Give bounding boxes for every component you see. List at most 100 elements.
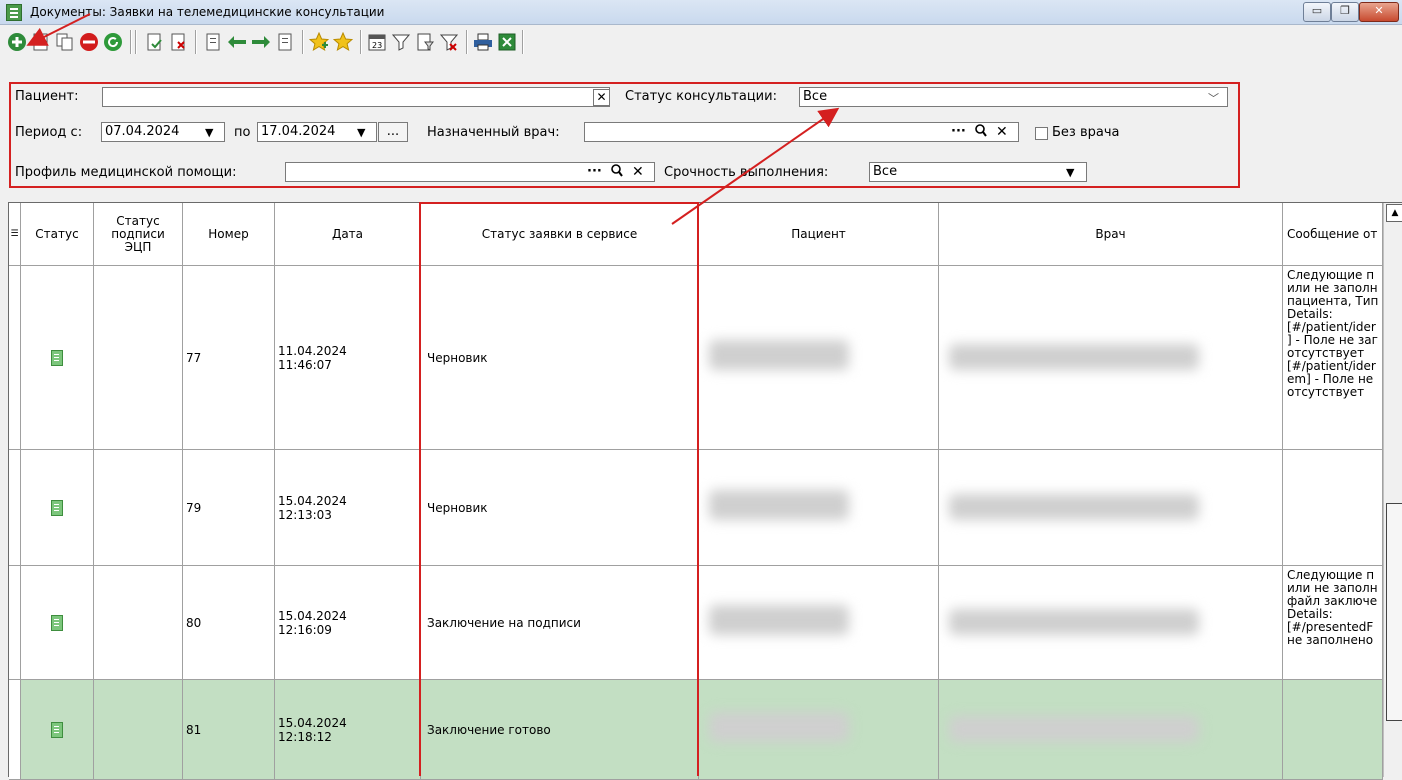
status-cell[interactable] <box>21 566 94 680</box>
number-cell[interactable]: 80 <box>183 566 275 680</box>
number-cell[interactable]: 77 <box>183 266 275 450</box>
doctor-cell[interactable] <box>939 566 1283 680</box>
copy-icon[interactable] <box>54 31 76 53</box>
column-header-date[interactable]: Дата <box>275 203 421 266</box>
svg-text:23: 23 <box>372 41 382 50</box>
row-selector[interactable] <box>9 566 21 680</box>
star-add-icon[interactable] <box>308 31 330 53</box>
arrow-right-icon[interactable] <box>250 31 272 53</box>
arrow-left-icon[interactable] <box>226 31 248 53</box>
document-status-icon <box>51 499 63 516</box>
close-button[interactable]: ✕ <box>1359 2 1399 22</box>
vertical-scrollbar[interactable]: ▲ <box>1383 203 1402 777</box>
signature-status-cell[interactable] <box>94 450 183 566</box>
date-cell[interactable]: 15.04.2024 12:13:03 <box>275 450 421 566</box>
service-status-cell[interactable]: Заключение на подписи <box>421 566 699 680</box>
column-header-patient[interactable]: Пациент <box>699 203 939 266</box>
edit-icon[interactable] <box>30 31 52 53</box>
doctor-redacted <box>949 344 1199 370</box>
service-status-cell[interactable]: Заключение готово <box>421 680 699 780</box>
profile-search-icon[interactable] <box>611 164 623 181</box>
status-cell[interactable] <box>21 266 94 450</box>
patient-cell[interactable] <box>699 450 939 566</box>
profile-clear-icon[interactable]: ✕ <box>632 164 644 180</box>
column-header-signature-status[interactable]: Статус подписи ЭЦП <box>94 203 183 266</box>
number-cell[interactable]: 81 <box>183 680 275 780</box>
period-more-button[interactable]: ... <box>378 122 408 142</box>
row-number: 81 <box>186 722 202 737</box>
patient-cell[interactable] <box>699 566 939 680</box>
date-cell[interactable]: 15.04.2024 12:16:09 <box>275 566 421 680</box>
doctor-select-dots-icon[interactable]: ··· <box>951 124 966 139</box>
doctor-cell[interactable] <box>939 266 1283 450</box>
status-cell[interactable] <box>21 450 94 566</box>
delete-icon[interactable] <box>78 31 100 53</box>
urgency-dropdown-icon[interactable]: ▼ <box>1066 166 1074 179</box>
filter-clear-icon[interactable] <box>438 31 460 53</box>
app-icon <box>6 4 22 21</box>
message-cell[interactable] <box>1283 680 1383 780</box>
column-header-message[interactable]: Сообщение от <box>1283 203 1383 266</box>
doctor-redacted <box>949 716 1199 742</box>
profile-select-dots-icon[interactable]: ··· <box>587 164 602 179</box>
service-status-cell[interactable]: Черновик <box>421 266 699 450</box>
signature-status-cell[interactable] <box>94 266 183 450</box>
column-header-status[interactable]: Статус <box>21 203 94 266</box>
star-icon[interactable] <box>332 31 354 53</box>
row-service-status: Черновик <box>427 500 488 515</box>
patient-cell[interactable] <box>699 680 939 780</box>
refresh-icon[interactable] <box>102 31 124 53</box>
message-cell[interactable]: Следующие п или не заполн файл заключе D… <box>1283 566 1383 680</box>
status-select[interactable]: Все <box>799 87 1228 107</box>
doctor-label: Назначенный врач: <box>427 125 560 140</box>
row-number: 79 <box>186 500 202 515</box>
message-cell[interactable]: Следующие п или не заполн пациента, Тип … <box>1283 266 1383 450</box>
calendar-icon[interactable]: 23 <box>366 31 388 53</box>
excel-icon[interactable] <box>496 31 518 53</box>
signature-status-cell[interactable] <box>94 566 183 680</box>
row-selector[interactable] <box>9 450 21 566</box>
row-selector[interactable] <box>9 266 21 450</box>
no-doctor-checkbox[interactable] <box>1035 127 1048 140</box>
row-service-status: Заключение готово <box>427 722 551 737</box>
row-selector[interactable] <box>9 680 21 780</box>
signature-status-cell[interactable] <box>94 680 183 780</box>
move-in-icon[interactable] <box>202 31 224 53</box>
disapprove-icon[interactable] <box>168 31 190 53</box>
grid-settings-icon[interactable]: ☰ <box>9 203 21 266</box>
column-header-service-status[interactable]: Статус заявки в сервисе <box>421 203 699 266</box>
print-icon[interactable] <box>472 31 494 53</box>
scroll-up-arrow-icon[interactable]: ▲ <box>1386 204 1402 222</box>
filter-apply-icon[interactable] <box>414 31 436 53</box>
doctor-cell[interactable] <box>939 450 1283 566</box>
number-cell[interactable]: 79 <box>183 450 275 566</box>
doctor-search-icon[interactable] <box>975 124 987 140</box>
patient-redacted <box>709 712 849 742</box>
restore-button[interactable]: ❐ <box>1331 2 1359 22</box>
row-number: 77 <box>186 350 202 365</box>
doctor-clear-icon[interactable]: ✕ <box>996 124 1008 140</box>
period-to-dropdown-icon[interactable]: ▼ <box>357 126 365 139</box>
service-status-cell[interactable]: Черновик <box>421 450 699 566</box>
patient-input[interactable] <box>102 87 610 107</box>
add-icon[interactable] <box>6 31 28 53</box>
filter-icon[interactable] <box>390 31 412 53</box>
patient-clear-icon[interactable]: ✕ <box>593 89 610 106</box>
date-cell[interactable]: 11.04.2024 11:46:07 <box>275 266 421 450</box>
patient-cell[interactable] <box>699 266 939 450</box>
doctor-cell[interactable] <box>939 680 1283 780</box>
status-dropdown-chevron-icon[interactable]: ﹀ <box>1208 90 1219 106</box>
column-header-number[interactable]: Номер <box>183 203 275 266</box>
scroll-thumb[interactable] <box>1386 503 1402 721</box>
urgency-select[interactable]: Все <box>869 162 1087 182</box>
column-header-doctor[interactable]: Врач <box>939 203 1283 266</box>
minimize-button[interactable]: ▭ <box>1303 2 1331 22</box>
patient-redacted <box>709 605 849 635</box>
period-from-dropdown-icon[interactable]: ▼ <box>205 126 213 139</box>
date-cell[interactable]: 15.04.2024 12:18:12 <box>275 680 421 780</box>
patient-redacted <box>709 490 849 520</box>
move-out-icon[interactable] <box>274 31 296 53</box>
message-cell[interactable] <box>1283 450 1383 566</box>
approve-icon[interactable] <box>144 31 166 53</box>
status-cell[interactable] <box>21 680 94 780</box>
